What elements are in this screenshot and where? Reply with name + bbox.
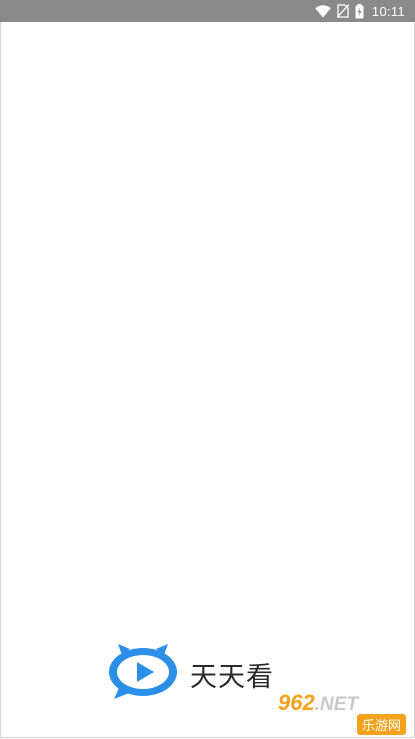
watermark-digits: 962 [278,690,315,715]
content-area [0,22,415,738]
app-name: 天天看 [190,661,274,693]
battery-charging-icon [355,3,364,19]
no-sim-icon [336,4,349,18]
watermark-sub: 乐游网 [356,714,406,735]
clock-time: 10:11 [371,3,405,19]
watermark-962-net: 962.NET 乐游网 [276,690,410,736]
watermark-suffix: .NET [314,694,358,715]
status-bar: 10:11 [0,0,415,22]
splash-screen: 10:11 天天看 962.NET 乐游网 [0,0,415,739]
watermark-main: 962.NET [278,690,358,716]
tv-play-bubble-icon [108,642,178,706]
wifi-icon [315,4,331,18]
app-logo-lockup: 天天看 [108,642,274,706]
